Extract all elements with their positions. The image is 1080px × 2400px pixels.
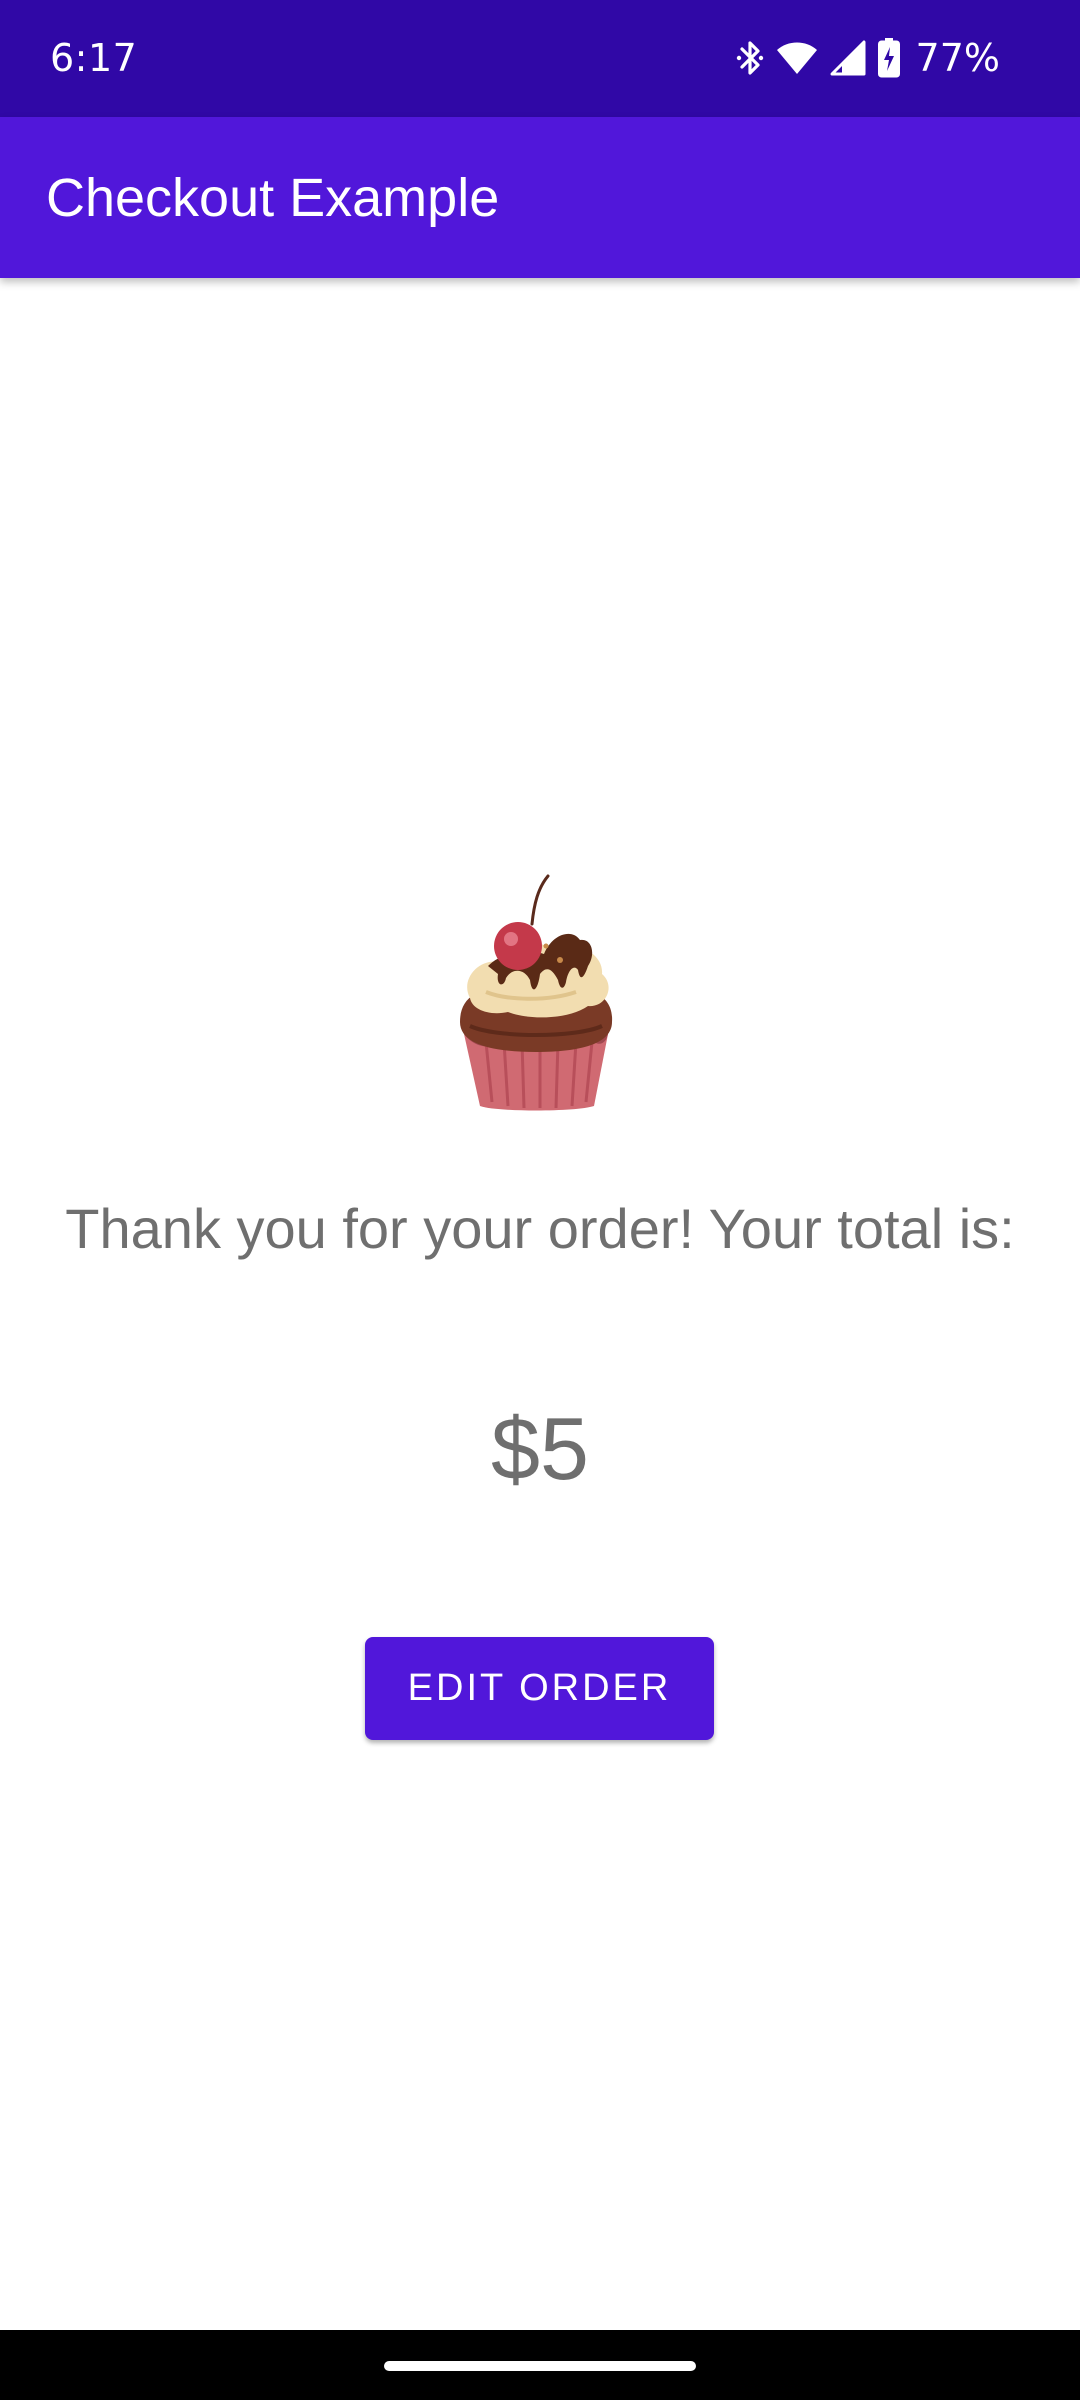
app-title: Checkout Example bbox=[46, 168, 500, 228]
wifi-icon bbox=[776, 40, 818, 76]
edit-order-button[interactable]: EDIT ORDER bbox=[365, 1637, 714, 1740]
status-bar: 6:17 77% bbox=[0, 0, 1080, 117]
checkout-screen: 6:17 77% Checkout Example Thank you for … bbox=[0, 0, 1080, 2400]
cell-signal-icon bbox=[830, 40, 866, 76]
home-gesture-handle[interactable] bbox=[384, 2361, 696, 2371]
navigation-bar bbox=[0, 2330, 1080, 2400]
cupcake-image bbox=[456, 874, 626, 1114]
order-total: $5 bbox=[491, 1399, 589, 1498]
battery-charging-icon bbox=[877, 38, 900, 78]
app-bar: Checkout Example bbox=[0, 117, 1080, 278]
status-time: 6:17 bbox=[50, 36, 138, 80]
thanks-message: Thank you for your order! Your total is: bbox=[65, 1197, 1015, 1260]
status-icons: 77% bbox=[736, 34, 1000, 82]
main-content: Thank you for your order! Your total is:… bbox=[0, 278, 1080, 2330]
bluetooth-icon bbox=[736, 38, 764, 78]
battery-percent: 77% bbox=[915, 36, 1000, 80]
